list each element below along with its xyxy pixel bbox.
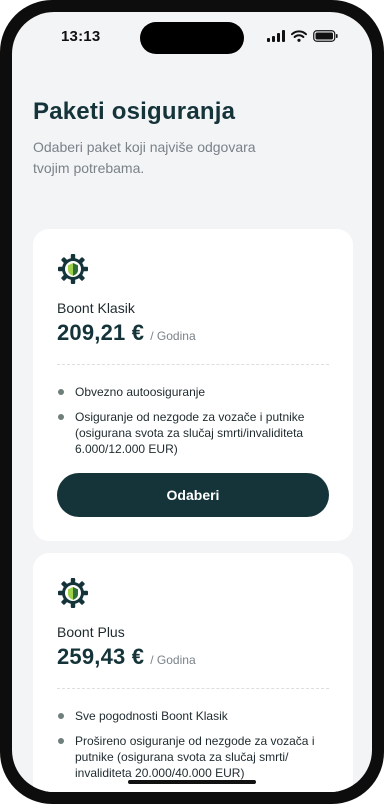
cellular-signal-icon: [267, 30, 285, 42]
dynamic-island: [140, 22, 244, 54]
price-period: / Godina: [150, 329, 196, 343]
phone-frame: 13:13 Paketi osiguranja Odaberi paket ko…: [0, 0, 384, 804]
divider: [57, 364, 329, 365]
feature-item: Osiguranje od nezgode za vozače i putnik…: [57, 409, 329, 457]
status-time: 13:13: [61, 28, 101, 45]
feature-item: Sve pogodnosti Boont Klasik: [57, 708, 329, 724]
battery-icon: [313, 30, 338, 42]
shield-badge-icon: [58, 254, 88, 284]
package-price: 209,21 €: [57, 320, 145, 345]
page-subtitle: Odaberi paket koji najviše odgovara tvoj…: [33, 139, 256, 176]
feature-list: Sve pogodnosti Boont Klasik Prošireno os…: [57, 708, 329, 790]
price-row: 259,43 € / Godina: [57, 644, 196, 670]
package-name: Boont Plus: [57, 624, 125, 640]
divider: [57, 688, 329, 689]
price-row: 209,21 € / Godina: [57, 320, 196, 346]
app-screen: 13:13 Paketi osiguranja Odaberi paket ko…: [12, 12, 372, 792]
package-card-plus: Boont Plus 259,43 € / Godina Sve pogodno…: [33, 553, 353, 792]
home-indicator[interactable]: [128, 780, 256, 784]
status-bar: 13:13: [12, 12, 372, 60]
feature-item: Obvezno autoosiguranje: [57, 384, 329, 400]
package-name: Boont Klasik: [57, 300, 135, 316]
price-period: / Godina: [150, 653, 196, 667]
feature-item: Prošireno osiguranje od nezgode za vozač…: [57, 733, 329, 781]
feature-list: Obvezno autoosiguranje Osiguranje od nez…: [57, 384, 329, 466]
page-title: Paketi osiguranja: [33, 98, 236, 125]
select-package-button[interactable]: Odaberi: [57, 473, 329, 517]
package-card-klasik: Boont Klasik 209,21 € / Godina Obvezno a…: [33, 229, 353, 541]
package-price: 259,43 €: [57, 644, 145, 669]
shield-badge-icon: [58, 578, 88, 608]
status-icons: [267, 30, 338, 42]
wifi-icon: [291, 30, 307, 42]
